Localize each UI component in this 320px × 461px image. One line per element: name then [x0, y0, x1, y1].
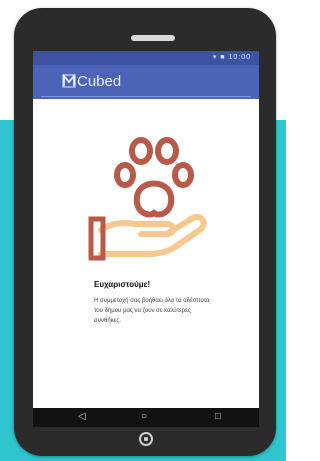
phone-device: ▾ ■ 10:00 Cubed Ευχαριστούμε! Η συμμετοχ… — [14, 8, 276, 456]
divider-line — [41, 96, 251, 97]
thanks-title: Ευχαριστούμε! — [94, 280, 151, 289]
app-bar: Cubed — [33, 65, 259, 99]
recent-apps-icon[interactable]: □ — [215, 410, 221, 424]
back-icon[interactable]: ◁ — [78, 410, 86, 424]
status-icons: ▾ ■ 10:00 — [212, 54, 251, 61]
m-logo-icon — [62, 73, 76, 88]
paw-icon — [114, 137, 194, 218]
paw-hand-illustration — [88, 137, 207, 261]
speaker-grille — [131, 35, 175, 41]
home-icon[interactable]: ○ — [141, 410, 147, 424]
navigation-bar: ◁ ○ □ — [33, 408, 259, 427]
hand-icon — [88, 214, 207, 261]
status-bar: ▾ ■ 10:00 — [33, 51, 259, 65]
app-screen: ▾ ■ 10:00 Cubed Ευχαριστούμε! Η συμμετοχ… — [33, 51, 259, 427]
thanks-message: Η συμμετοχή σας βοήθαει όλα τα αδέσποτα … — [94, 298, 210, 324]
app-title: Cubed — [77, 73, 122, 90]
physical-home-button[interactable] — [139, 432, 153, 446]
home-button-icon — [144, 437, 148, 441]
